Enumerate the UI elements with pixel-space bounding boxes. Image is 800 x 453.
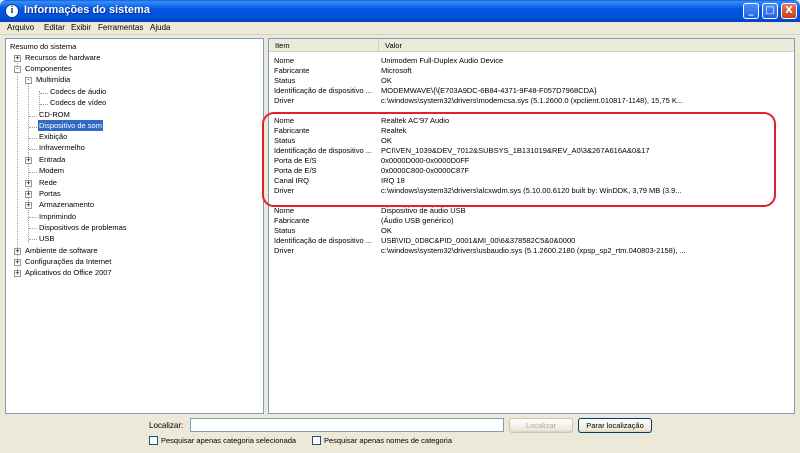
expand-icon[interactable]: + [14,270,21,277]
table-row[interactable]: Driver c:\windows\system32\drivers\modemc… [269,96,794,106]
table-row[interactable]: Fabricante (Áudio USB genérico) [269,216,794,226]
maximize-button[interactable]: □ [762,3,778,19]
table-row[interactable]: Nome Dispositivo de áudio USB [269,206,794,216]
menu-exibir[interactable]: Exibir [71,23,91,32]
tree-item-configuracoes-internet[interactable]: Configurações da Internet [25,256,111,267]
menu-editar[interactable]: Editar [44,23,65,32]
collapse-icon[interactable]: - [25,77,32,84]
tree-item-codecs-audio[interactable]: Codecs de áudio [50,86,106,97]
row-item-cell: Identificação de dispositivo ... [274,236,372,245]
column-header-valor[interactable]: Valor [379,39,794,52]
close-button[interactable]: X [781,3,797,19]
row-value-cell: MODEMWAVE\{\{E703A9DC-6B84-4371-9F48-F05… [381,86,597,95]
table-row[interactable]: Nome Unimodem Full-Duplex Audio Device [269,56,794,66]
row-value-cell: USB\VID_0D8C&PID_0001&MI_00\6&378582C5&0… [381,236,576,245]
tree-item-codecs-video[interactable]: Codecs de vídeo [50,97,106,108]
row-item-cell: Nome [274,206,295,215]
stop-find-button[interactable]: Parar localização [578,418,652,433]
tree-item-dispositivos-problemas[interactable]: Dispositivos de problemas [39,222,127,233]
expand-icon[interactable]: + [14,248,21,255]
find-input[interactable] [190,418,504,432]
search-category-names-checkbox[interactable] [312,436,321,445]
row-item-cell: Driver [274,246,294,255]
details-list[interactable]: Item Valor Nome Unimodem Full-Duplex Audi… [268,38,795,414]
tree-item-dispositivo-som[interactable]: Dispositivo de som [38,120,103,131]
expand-icon[interactable]: + [25,202,32,209]
row-item-cell: Status [274,76,296,85]
menu-bar: Arquivo Editar Exibir Ferramentas Ajuda [0,22,800,35]
row-value-cell: c:\windows\system32\drivers\modemcsa.sys… [381,96,684,105]
row-value-cell: OK [381,76,392,85]
row-item-cell: Fabricante [274,66,310,75]
tree-item-exibicao[interactable]: Exibição [39,131,67,142]
minimize-button[interactable]: _ [743,3,759,19]
table-row[interactable]: Driver c:\windows\system32\drivers\usbaud… [269,246,794,256]
column-header-item[interactable]: Item [269,39,379,52]
row-item-cell: Status [274,226,296,235]
expand-icon[interactable]: + [25,191,32,198]
tree-item-multimidia[interactable]: Multimídia [36,74,70,85]
highlight-annotation [262,112,776,207]
info-icon: i [5,4,19,18]
expand-icon[interactable]: + [14,259,21,266]
table-row[interactable]: Fabricante Microsoft [269,66,794,76]
category-tree[interactable]: Resumo do sistema + Recursos de hardware… [5,38,264,414]
table-row[interactable]: Identificação de dispositivo ... USB\VID_… [269,236,794,246]
list-header: Item Valor [269,39,794,52]
menu-ajuda[interactable]: Ajuda [150,23,170,32]
table-row[interactable]: Status OK [269,226,794,236]
row-value-cell: Unimodem Full-Duplex Audio Device [381,56,504,65]
tree-item-imprimindo[interactable]: Imprimindo [39,211,76,222]
tree-item-modem[interactable]: Modem [39,165,64,176]
table-row[interactable]: Status OK [269,76,794,86]
find-label: Localizar: [149,421,184,430]
find-button[interactable]: Localizar [509,418,573,433]
tree-item-portas[interactable]: Portas [39,188,61,199]
expand-icon[interactable]: + [14,55,21,62]
row-value-cell: Microsoft [381,66,412,75]
tree-item-office-2007[interactable]: Aplicativos do Office 2007 [25,267,112,278]
row-item-cell: Driver [274,96,294,105]
row-item-cell: Identificação de dispositivo ... [274,86,372,95]
expand-icon[interactable]: + [25,180,32,187]
row-value-cell: (Áudio USB genérico) [381,216,454,225]
table-row[interactable]: Identificação de dispositivo ... MODEMWAV… [269,86,794,96]
row-value-cell: Dispositivo de áudio USB [381,206,466,215]
tree-item-cd-rom[interactable]: CD-ROM [39,109,70,120]
search-selected-category-checkbox[interactable] [149,436,158,445]
window-title: Informações do sistema [24,4,150,16]
tree-item-resumo[interactable]: Resumo do sistema [10,41,76,52]
tree-item-usb[interactable]: USB [39,233,54,244]
menu-ferramentas[interactable]: Ferramentas [98,23,143,32]
tree-item-rede[interactable]: Rede [39,177,57,188]
collapse-icon[interactable]: - [14,66,21,73]
menu-arquivo[interactable]: Arquivo [7,23,34,32]
title-bar[interactable]: i Informações do sistema _ □ X [0,0,800,22]
tree-item-recursos-hardware[interactable]: Recursos de hardware [25,52,100,63]
search-selected-category-label: Pesquisar apenas categoria selecionada [161,436,297,445]
tree-item-infravermelho[interactable]: Infravermelho [39,142,85,153]
row-value-cell: OK [381,226,392,235]
row-value-cell: c:\windows\system32\drivers\usbaudio.sys… [381,246,686,255]
search-category-names-label: Pesquisar apenas nomes de categoria [324,436,452,445]
tree-item-componentes[interactable]: Componentes [25,63,72,74]
expand-icon[interactable]: + [25,157,32,164]
tree-item-armazenamento[interactable]: Armazenamento [39,199,94,210]
row-item-cell: Fabricante [274,216,310,225]
tree-item-entrada[interactable]: Entrada [39,154,65,165]
tree-item-ambiente-software[interactable]: Ambiente de software [25,245,98,256]
row-item-cell: Nome [274,56,295,65]
